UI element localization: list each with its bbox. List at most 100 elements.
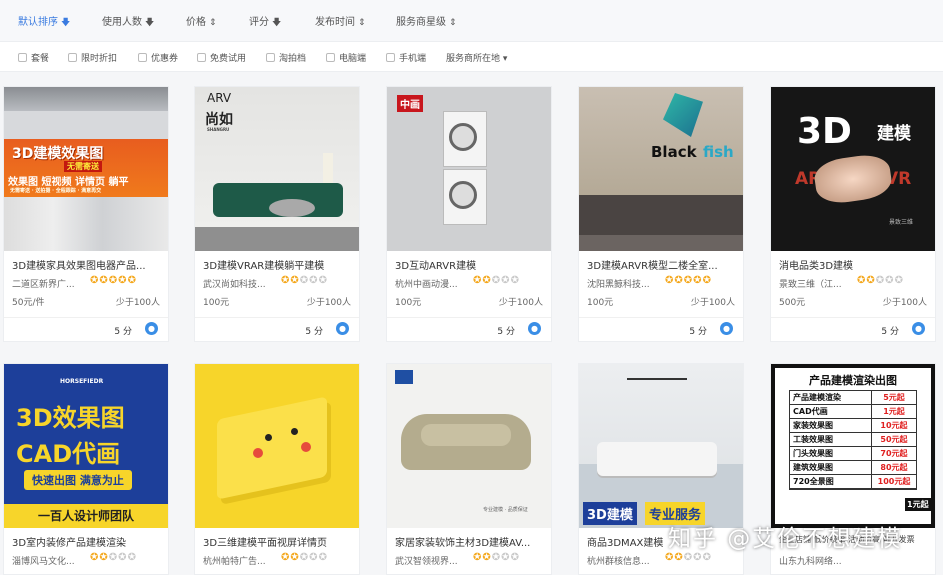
checkbox[interactable]	[197, 53, 206, 62]
shop-name[interactable]: 杭州帕特广告...	[203, 554, 279, 567]
price: 100元	[203, 298, 230, 308]
card-title[interactable]: 消电品类3D建模	[779, 257, 929, 272]
chat-icon[interactable]: ●	[528, 322, 541, 335]
price-list-value: 100元起	[877, 477, 911, 486]
shop-name[interactable]: 杭州中画动漫...	[395, 277, 471, 290]
shop-name[interactable]: 山东九科网络...	[779, 554, 855, 567]
filter-pc[interactable]: 电脑端	[326, 51, 366, 64]
price: 100元	[587, 298, 614, 308]
sort-publish-time[interactable]: 发布时间 ⇕	[315, 13, 366, 28]
card-title[interactable]: 3D建模VRAR建模躺平建模	[203, 257, 353, 272]
card-title[interactable]: 家居家装软饰主材3D建模AV...	[395, 534, 545, 549]
filter-coupon[interactable]: 优惠券	[138, 51, 178, 64]
sofa-cushion	[421, 424, 511, 446]
shop-name[interactable]: 二道区新界广...	[12, 277, 88, 290]
chat-icon[interactable]: ●	[336, 322, 349, 335]
lamp-shape	[323, 153, 333, 183]
checkbox[interactable]	[18, 53, 27, 62]
score: 5 分	[114, 327, 132, 337]
price-list-item: 家装效果图	[790, 419, 872, 432]
star-empty-icon: ✪	[501, 552, 511, 563]
star-filled-icon: ✪	[281, 552, 291, 563]
washer-door	[449, 181, 477, 209]
card-title[interactable]: 3D室内装修产品建模渲染	[12, 534, 162, 549]
sales-count: 少于100人	[882, 298, 927, 308]
filter-free-trial[interactable]: 免费试用	[197, 51, 246, 64]
filter-limited-discount[interactable]: 限时折扣	[68, 51, 117, 64]
service-card[interactable]: 专业建模 · 品质保证 家居家装软饰主材3D建模AV... 武汉智领视界... …	[386, 363, 552, 575]
chat-icon[interactable]: ●	[912, 322, 925, 335]
card-title[interactable]: 3D建模ARVR模型二楼全室...	[587, 257, 737, 272]
product-image[interactable]: ARV 尚如 SHANGRU	[195, 87, 359, 251]
filter-package[interactable]: 套餐	[18, 51, 49, 64]
price-list-value: 10元起	[880, 421, 908, 430]
service-card[interactable]: 3D建模效果图 无需寄送 效果图 短视频 详情页 躺平 无需寄送 · 送拍摄 ·…	[3, 86, 169, 342]
sales-count: 少于100人	[306, 298, 351, 308]
price-list-item: 建筑效果图	[790, 461, 872, 474]
card-title[interactable]: 3D三维建模平面视屏详情页	[203, 534, 353, 549]
product-image[interactable]: Black fish	[579, 87, 743, 251]
checkbox[interactable]	[386, 53, 395, 62]
shop-name[interactable]: 武汉智领视界...	[395, 554, 471, 567]
filter-taopaidang[interactable]: 淘拍档	[266, 51, 306, 64]
thumb-headline: 3D效果图	[16, 404, 125, 432]
product-image[interactable]: 专业建模 · 品质保证	[387, 364, 551, 528]
card-title[interactable]: 3D互动ARVR建模	[395, 257, 545, 272]
checkbox[interactable]	[326, 53, 335, 62]
checkbox[interactable]	[138, 53, 147, 62]
service-card[interactable]: Black fish 3D建模ARVR模型二楼全室... 沈阳黑鲸科技... ✪…	[578, 86, 744, 342]
star-filled-icon: ✪	[127, 275, 137, 286]
thumb-badge: 3D建模	[583, 502, 637, 525]
table-shape	[269, 199, 315, 217]
service-card[interactable]: ARV 尚如 SHANGRU 3D建模VRAR建模躺平建模 武汉尚如科技... …	[194, 86, 360, 342]
score: 5 分	[497, 327, 515, 337]
sales-count: 少于100人	[690, 298, 735, 308]
shop-name[interactable]: 淄博风马文化...	[12, 554, 88, 567]
sort-default[interactable]: 默认排序 🡇	[18, 13, 70, 31]
sort-usage[interactable]: 使用人数 🡇	[102, 13, 154, 31]
product-image[interactable]	[195, 364, 359, 528]
product-image[interactable]: 3D建模效果图 无需寄送 效果图 短视频 详情页 躺平 无需寄送 · 送拍摄 ·…	[4, 87, 168, 251]
star-empty-icon: ✪	[118, 552, 128, 563]
shop-name[interactable]: 杭州群核信息...	[587, 554, 663, 567]
filter-location-dropdown[interactable]: 服务商所在地 ▾	[446, 51, 507, 64]
shop-name[interactable]: 沈阳黑鲸科技...	[587, 277, 663, 290]
fish-logo-icon	[663, 93, 703, 137]
product-image[interactable]: 产品建模渲染出图 产品建模渲染 5元起 CAD代画 1元起 家装效果图 10元起 工装效果图…	[771, 364, 935, 528]
price-list-row: 门头效果图 70元起	[790, 447, 916, 461]
checkbox[interactable]	[266, 53, 275, 62]
card-footer: 5 分 ●	[579, 317, 743, 341]
star-empty-icon: ✪	[510, 275, 520, 286]
chat-icon[interactable]: ●	[720, 322, 733, 335]
product-image[interactable]: 3D 建模 AR VR 景致三维	[771, 87, 935, 251]
card-title[interactable]: 3D建模家具效果图电器产品...	[12, 257, 162, 272]
star-empty-icon: ✪	[693, 552, 703, 563]
service-card[interactable]: 3D三维建模平面视屏详情页 杭州帕特广告... ✪✪✪✪✪	[194, 363, 360, 575]
star-filled-icon: ✪	[857, 275, 867, 286]
chat-icon[interactable]: ●	[145, 322, 158, 335]
product-image[interactable]: HORSEFIEDR 3D效果图 CAD代画 快速出图 满意为止 一百人设计师团…	[4, 364, 168, 528]
shop-name[interactable]: 武汉尚如科技...	[203, 277, 279, 290]
star-filled-icon: ✪	[693, 275, 703, 286]
shop-name[interactable]: 景致三维（江...	[779, 277, 855, 290]
star-empty-icon: ✪	[510, 552, 520, 563]
price-list-table: 产品建模渲染 5元起 CAD代画 1元起 家装效果图 10元起 工装效果图 50元起 门头效果图…	[789, 390, 917, 490]
price: 100元	[395, 298, 422, 308]
price-list-row: 产品建模渲染 5元起	[790, 391, 916, 405]
star-empty-icon: ✪	[683, 552, 694, 563]
star-empty-icon: ✪	[309, 275, 319, 286]
filter-mobile[interactable]: 手机端	[386, 51, 426, 64]
rating-stars: ✪✪✪✪✪	[665, 552, 712, 563]
star-empty-icon: ✪	[318, 275, 328, 286]
sort-rating[interactable]: 评分 🡇	[249, 13, 281, 31]
rating-stars: ✪✪✪✪✪	[281, 275, 328, 286]
card-footer: 5 分 ●	[387, 317, 551, 341]
sort-provider-level[interactable]: 服务商星级 ⇕	[396, 13, 457, 28]
service-card[interactable]: HORSEFIEDR 3D效果图 CAD代画 快速出图 满意为止 一百人设计师团…	[3, 363, 169, 575]
checkbox[interactable]	[68, 53, 77, 62]
service-card[interactable]: 3D 建模 AR VR 景致三维 消电品类3D建模 景致三维（江... ✪✪✪✪…	[770, 86, 936, 342]
service-card[interactable]: 中画 3D互动ARVR建模 杭州中画动漫... ✪✪✪✪✪ 100元 少于100…	[386, 86, 552, 342]
sort-price[interactable]: 价格 ⇕	[186, 13, 217, 28]
product-image[interactable]: 中画	[387, 87, 551, 251]
product-image[interactable]: 3D建模 专业服务	[579, 364, 743, 528]
